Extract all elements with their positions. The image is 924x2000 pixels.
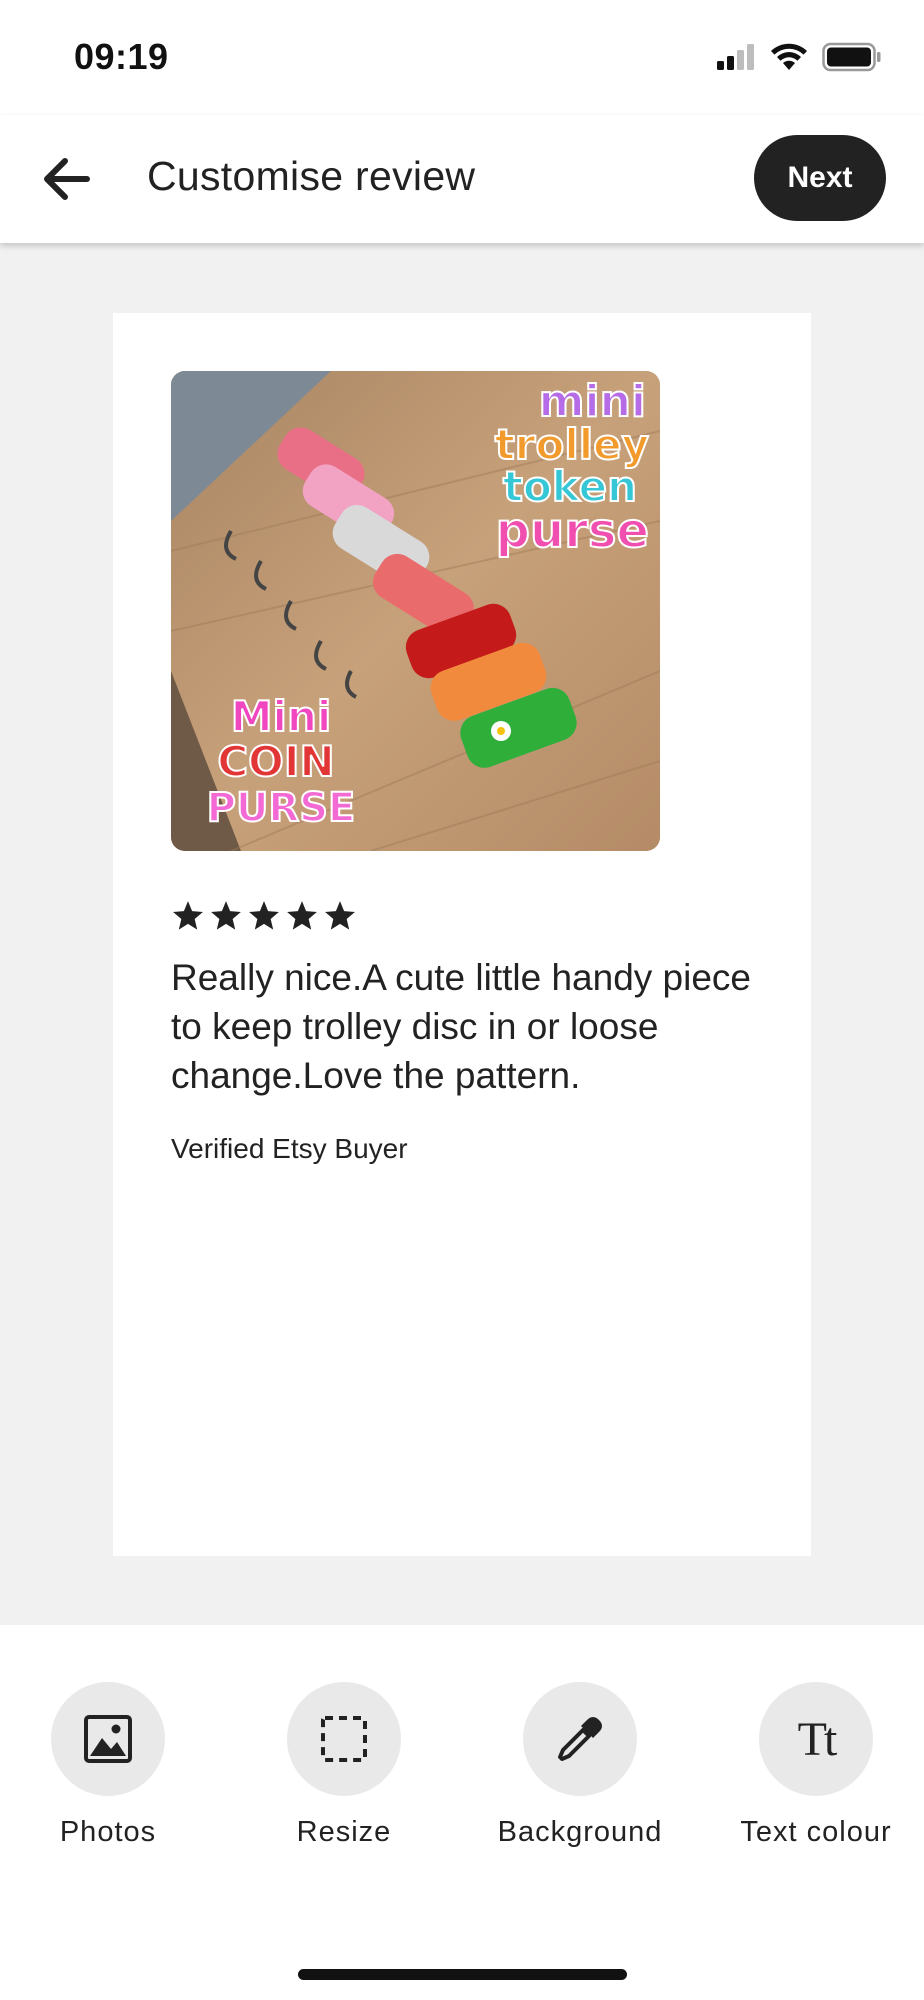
cellular-signal-icon <box>717 44 754 70</box>
photos-tool-circle[interactable] <box>51 1682 165 1796</box>
status-icons <box>716 42 882 72</box>
product-photo-image: mini trolley token purse Mini COIN PURSE <box>171 371 660 851</box>
star-rating <box>171 899 357 933</box>
text-colour-icon: Tt <box>797 1712 838 1766</box>
eyedropper-icon <box>558 1717 602 1761</box>
resize-tool-circle[interactable] <box>287 1682 401 1796</box>
background-tool-circle[interactable] <box>523 1682 637 1796</box>
photos-tool-label: Photos <box>59 1816 157 1848</box>
text-colour-tool-circle[interactable]: Tt <box>759 1682 873 1796</box>
edit-toolbar: Photos Resize Background Tt Text colour <box>0 1625 924 2000</box>
page-title: Customise review <box>147 153 476 199</box>
next-button[interactable]: Next <box>754 135 886 221</box>
photo-text-purse-2: PURSE <box>207 785 356 831</box>
text-colour-tool-label: Text colour <box>740 1816 892 1848</box>
review-photo[interactable]: mini trolley token purse Mini COIN PURSE <box>171 371 660 851</box>
photo-text-coin: COIN <box>217 737 334 786</box>
battery-icon <box>822 42 881 72</box>
photo-text-purse: purse <box>496 503 649 559</box>
back-button[interactable] <box>30 143 102 215</box>
review-text: Really nice.A cute little handy piece to… <box>171 957 752 1096</box>
star-icon <box>249 901 279 930</box>
background-tool-button[interactable]: Background <box>480 1682 680 1851</box>
header: Customise review Next <box>0 115 924 243</box>
preview-canvas: mini trolley token purse Mini COIN PURSE <box>0 243 924 1625</box>
resize-tool-label: Resize <box>296 1816 392 1848</box>
reviewer-name: Verified Etsy Buyer <box>171 1133 408 1164</box>
background-tool-label: Background <box>497 1816 663 1848</box>
home-indicator <box>298 1969 627 1980</box>
wifi-icon <box>771 43 807 70</box>
star-icon <box>211 901 241 930</box>
image-icon <box>84 1715 132 1763</box>
status-time: 09:19 <box>74 36 169 77</box>
arrow-left-icon <box>44 158 90 200</box>
review-card: mini trolley token purse Mini COIN PURSE <box>113 313 811 1556</box>
resize-dashed-square-icon <box>321 1716 367 1762</box>
resize-tool-button[interactable]: Resize <box>244 1682 444 1851</box>
status-bar: 09:19 <box>0 0 924 115</box>
star-icon <box>325 901 355 930</box>
star-icon <box>173 901 203 930</box>
text-colour-tool-button[interactable]: Tt Text colour <box>716 1682 916 1851</box>
star-icon <box>287 901 317 930</box>
photos-tool-button[interactable]: Photos <box>8 1682 208 1851</box>
photo-text-mini-2: Mini <box>231 692 332 741</box>
